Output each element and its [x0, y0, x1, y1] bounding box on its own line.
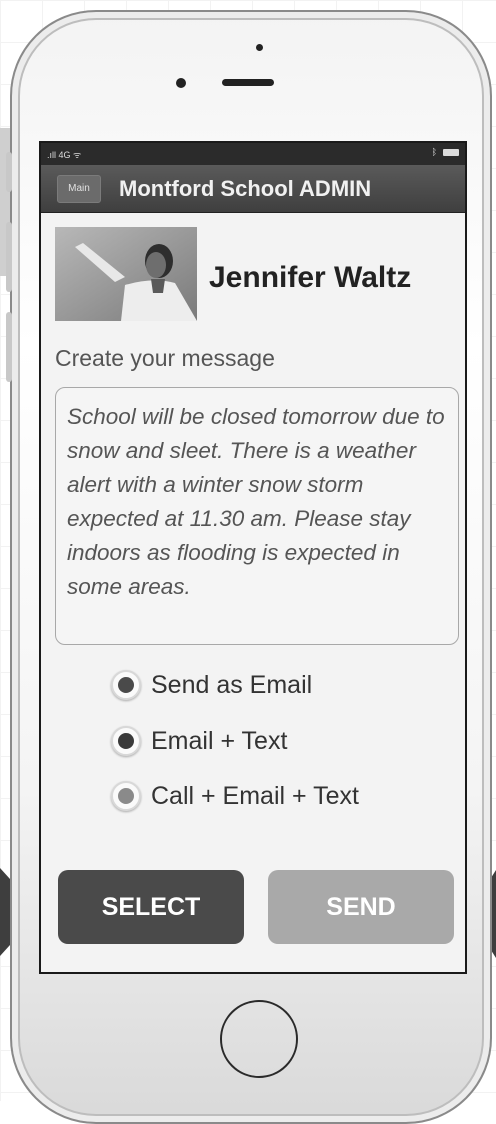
send-button[interactable]: SEND — [268, 870, 454, 944]
main-menu-button[interactable]: Main — [57, 175, 101, 203]
status-icons: ᛒ — [432, 147, 459, 157]
proximity-sensor — [176, 78, 186, 88]
status-bar: .ıll 4G ᯤ ᛒ — [41, 143, 465, 165]
teacher-photo-icon — [55, 227, 197, 321]
app-header: Main Montford School ADMIN — [41, 165, 465, 213]
option-send-as-email[interactable]: Send as Email — [111, 669, 312, 701]
radio-button[interactable] — [111, 781, 141, 811]
message-textarea[interactable]: School will be closed tomorrow due to sn… — [55, 387, 459, 645]
radio-dot — [118, 733, 134, 749]
profile-name: Jennifer Waltz — [209, 261, 412, 294]
profile-photo — [55, 227, 197, 321]
mute-switch — [6, 152, 12, 192]
option-email-text[interactable]: Email + Text — [111, 725, 287, 757]
phone-screen: .ıll 4G ᯤ ᛒ Main Montford School ADMIN J… — [39, 141, 467, 974]
option-label: Call + Email + Text — [151, 781, 359, 810]
compose-screen: Jennifer Waltz Create your message Schoo… — [41, 213, 465, 972]
option-call-email-text[interactable]: Call + Email + Text — [111, 780, 359, 812]
bluetooth-icon: ᛒ — [431, 147, 437, 157]
option-label: Send as Email — [151, 670, 313, 699]
signal-indicator: .ıll 4G ᯤ — [47, 150, 82, 160]
radio-button[interactable] — [111, 670, 141, 700]
app-title: Montford School ADMIN — [119, 176, 372, 201]
option-label: Email + Text — [151, 726, 288, 755]
radio-dot — [118, 677, 134, 693]
battery-icon — [443, 148, 459, 156]
radio-dot — [118, 788, 134, 804]
radio-button[interactable] — [111, 726, 141, 756]
volume-up-button — [6, 222, 12, 292]
earpiece-speaker — [222, 79, 274, 86]
select-button[interactable]: SELECT — [58, 870, 244, 944]
compose-label: Create your message — [55, 345, 275, 371]
home-button[interactable] — [220, 1000, 298, 1078]
front-camera — [256, 44, 263, 51]
volume-down-button — [6, 312, 12, 382]
